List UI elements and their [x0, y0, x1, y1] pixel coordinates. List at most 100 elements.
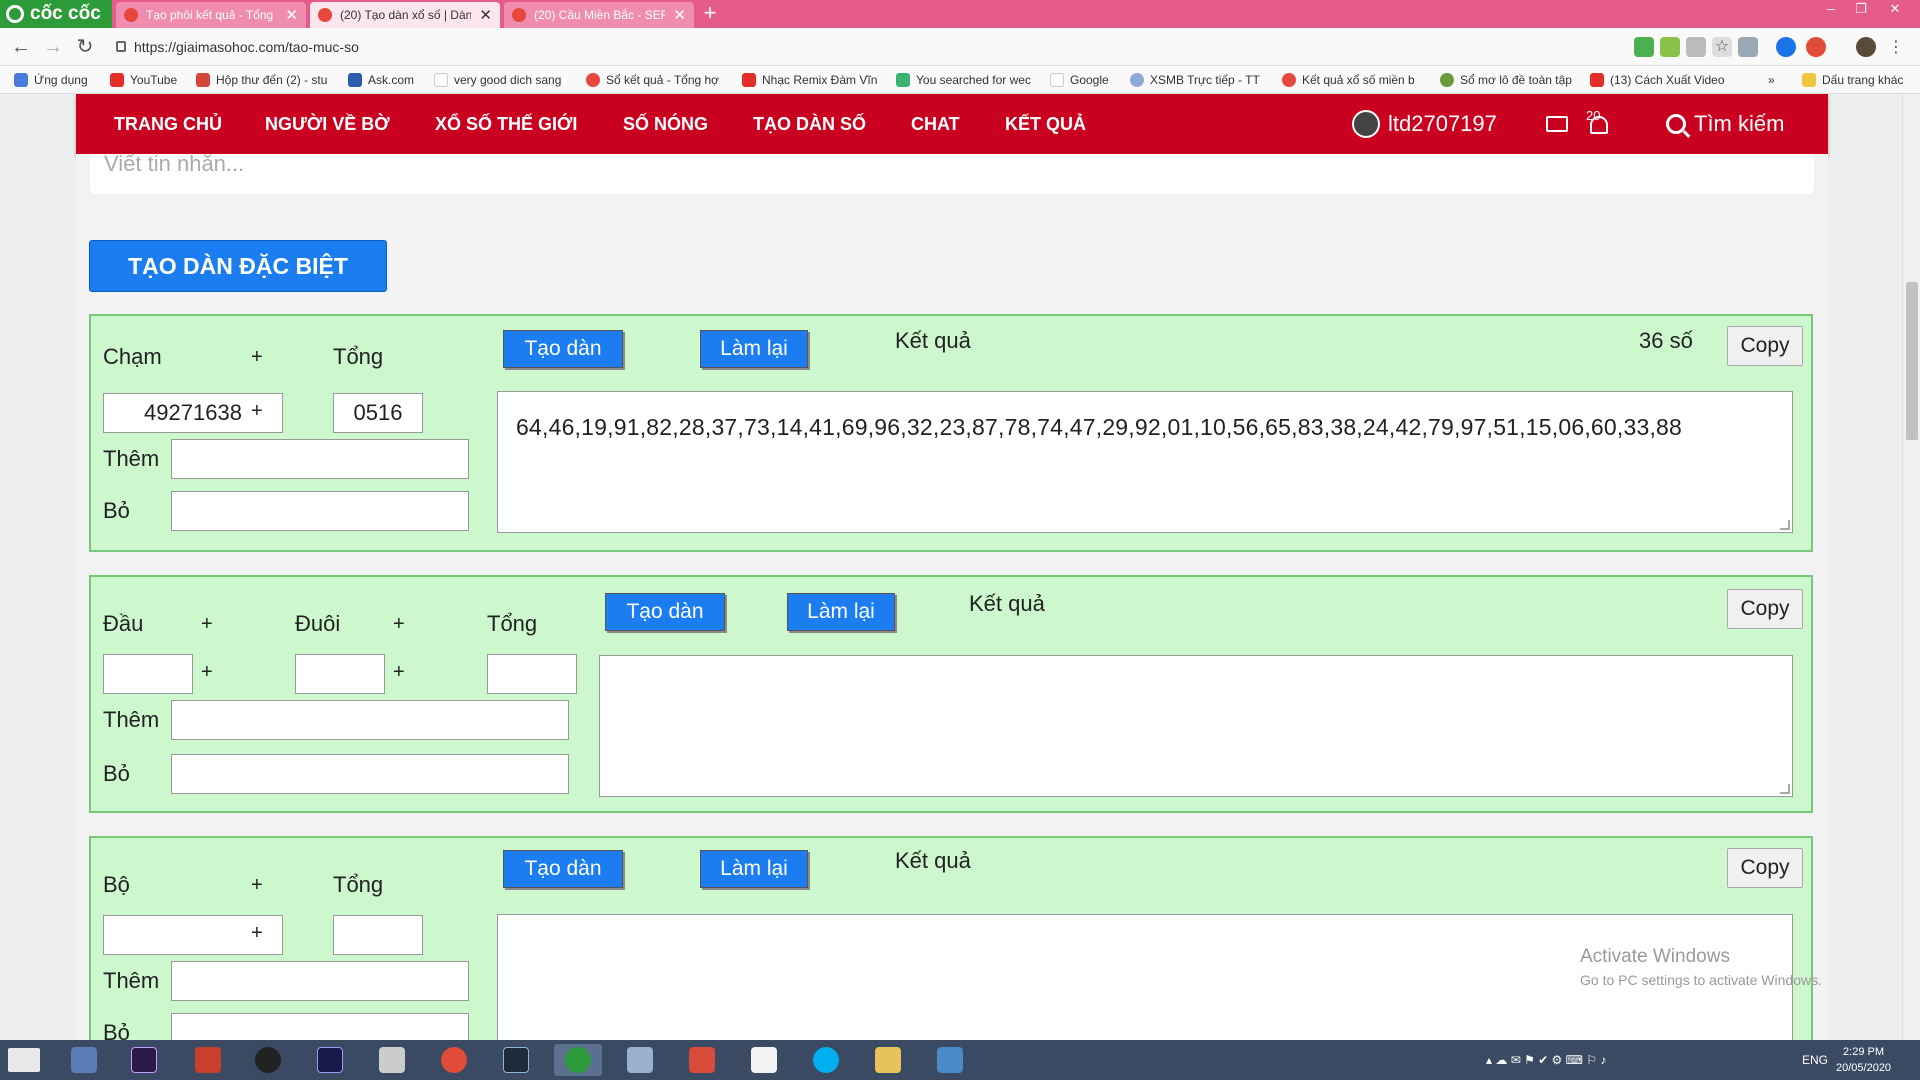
bookmark-xsmb[interactable]: XSMB Trực tiếp - TT [1130, 71, 1264, 89]
star-icon[interactable]: ☆ [1712, 37, 1732, 57]
close-tab-icon[interactable]: ✕ [479, 6, 492, 24]
nav-trang-chu[interactable]: TRANG CHỦ [114, 94, 222, 154]
tao-dan-button[interactable]: Tạo dàn [503, 850, 623, 888]
copy-button[interactable]: Copy [1727, 848, 1803, 888]
extension-blue-icon[interactable] [1776, 37, 1796, 57]
bookmark-apps[interactable]: Ứng dụng [14, 71, 104, 89]
close-tab-icon[interactable]: ✕ [673, 6, 686, 24]
tao-dan-button[interactable]: Tạo dàn [605, 593, 725, 631]
taskbar-coccoc[interactable] [554, 1044, 602, 1076]
close-window-button[interactable]: ✕ [1880, 0, 1910, 20]
restore-button[interactable]: ❐ [1846, 0, 1876, 20]
tab-2[interactable]: (20) Tạo dàn xổ số | Dàn ✕ [310, 2, 500, 28]
language-indicator[interactable]: ENG [1802, 1040, 1828, 1080]
taskbar-lightroom[interactable] [492, 1044, 540, 1076]
lam-lai-button[interactable]: Làm lại [700, 850, 808, 888]
notifications-button[interactable]: 20 [1584, 108, 1618, 142]
nav-ket-qua[interactable]: KẾT QUẢ [1005, 94, 1086, 154]
minimize-button[interactable]: – [1816, 0, 1846, 20]
taskbar-chrome[interactable] [430, 1044, 478, 1076]
taskbar-app-4[interactable] [244, 1044, 292, 1076]
taskbar-app-1[interactable] [60, 1044, 108, 1076]
tab-3[interactable]: (20) Cầu Miền Bắc - SERI ✕ [504, 2, 694, 28]
user-menu[interactable]: ltd2707197 [1352, 94, 1497, 154]
tong-input[interactable] [333, 915, 423, 955]
copy-button[interactable]: Copy [1727, 326, 1803, 366]
bookmark-other-folder[interactable]: Dấu trang khác [1802, 71, 1918, 89]
taskbar-after-effects[interactable] [306, 1044, 354, 1076]
bookmark-google[interactable]: Google [1050, 71, 1116, 89]
back-button[interactable]: ← [8, 34, 34, 60]
them-input[interactable] [171, 700, 569, 740]
profile-avatar[interactable] [1856, 37, 1876, 57]
lam-lai-button[interactable]: Làm lại [787, 593, 895, 631]
mail-icon[interactable] [1546, 116, 1568, 132]
scrollbar-thumb[interactable] [1906, 282, 1918, 440]
download-icon[interactable] [1738, 37, 1758, 57]
nav-xo-so-the-gioi[interactable]: XỔ SỐ THẾ GIỚI [435, 94, 577, 154]
taskbar-explorer[interactable] [864, 1044, 912, 1076]
menu-icon[interactable]: ⋮ [1886, 37, 1906, 57]
nav-nguoi-ve-bo[interactable]: NGƯỜI VỀ BỜ [265, 94, 390, 154]
bookmark-you-searched[interactable]: You searched for wec [896, 71, 1032, 89]
duoi-input[interactable] [295, 654, 385, 694]
tab-1[interactable]: Tạo phôi kết quả - Tổng ✕ [116, 2, 306, 28]
nav-so-nong[interactable]: SỐ NÓNG [623, 94, 708, 154]
copy-button[interactable]: Copy [1727, 589, 1803, 629]
bookmark-nhac-remix[interactable]: Nhạc Remix Đàm Vĩn [742, 71, 878, 89]
taskbar-notepad[interactable] [740, 1044, 788, 1076]
youtube-icon [742, 73, 756, 87]
tong-input[interactable]: 0516 [333, 393, 423, 433]
new-tab-button[interactable]: + [696, 2, 724, 26]
nav-chat[interactable]: CHAT [911, 94, 960, 154]
tray-icons[interactable]: ▴ ☁ ✉ ⚑ ✔ ⚙ ⌨ ⚐ ♪ [1486, 1040, 1606, 1080]
bookmark-ask[interactable]: Ask.com [348, 71, 424, 89]
extension-icon[interactable] [1660, 37, 1680, 57]
more-bookmarks-chevron-icon[interactable]: » [1768, 71, 1782, 89]
bookmark-google-translate[interactable]: very good dich sang [434, 71, 570, 89]
ket-qua-label: Kết quả [969, 591, 1045, 616]
dau-input[interactable] [103, 654, 193, 694]
url-field[interactable]: https://giaimasohoc.com/tao-muc-so [112, 35, 1612, 59]
bookmark-so-ket-qua[interactable]: Sổ kết quả - Tổng hợ [586, 71, 724, 89]
cart-icon[interactable] [1634, 37, 1654, 57]
reload-button[interactable]: ↻ [72, 34, 98, 60]
taskbar-skype[interactable] [802, 1044, 850, 1076]
tao-dan-button[interactable]: Tạo dàn [503, 330, 623, 368]
bo-input[interactable] [171, 754, 569, 794]
system-clock[interactable]: 2:29 PM 20/05/2020 [1836, 1044, 1891, 1076]
result-textarea[interactable] [599, 655, 1793, 797]
taskbar-premiere[interactable] [120, 1044, 168, 1076]
bookmark-gmail[interactable]: Hộp thư đến (2) - stu [196, 71, 336, 89]
ket-qua-label: Kết quả [895, 848, 971, 873]
bookmark-youtube[interactable]: YouTube [110, 71, 190, 89]
taskbar-app-15[interactable] [926, 1044, 974, 1076]
bo-input[interactable] [171, 491, 469, 531]
bo-label: Bỏ [103, 1020, 130, 1040]
tao-dan-dac-biet-button[interactable]: TẠO DÀN ĐẶC BIỆT [89, 240, 387, 292]
them-input[interactable] [171, 961, 469, 1001]
result-textarea[interactable]: 64,46,19,91,82,28,37,73,14,41,69,96,32,2… [497, 391, 1793, 533]
nav-tao-dan-so[interactable]: TẠO DÀN SỐ [753, 94, 866, 154]
message-input[interactable]: Viết tin nhắn... [90, 154, 1814, 194]
taskbar-paint[interactable] [616, 1044, 664, 1076]
bookmark-cach-xuat-video[interactable]: (13) Cách Xuất Video [1590, 71, 1726, 89]
search-button[interactable]: Tìm kiếm [1666, 94, 1784, 154]
taskbar-app-11[interactable] [678, 1044, 726, 1076]
tong-input[interactable] [487, 654, 577, 694]
close-tab-icon[interactable]: ✕ [285, 6, 298, 24]
bookmark-so-mo[interactable]: Sổ mơ lô đề toàn tập [1440, 71, 1574, 89]
lam-lai-button[interactable]: Làm lại [700, 330, 808, 368]
taskbar-app-6[interactable] [368, 1044, 416, 1076]
browser-brand[interactable]: cốc cốc [0, 0, 112, 28]
taskbar-app-3[interactable] [184, 1044, 232, 1076]
them-input[interactable] [171, 439, 469, 479]
folder-icon [1802, 73, 1816, 87]
extension-chrome-icon[interactable] [1806, 37, 1826, 57]
zoom-icon[interactable] [1686, 37, 1706, 57]
forward-button[interactable]: → [40, 34, 66, 60]
page-scrollbar[interactable] [1902, 94, 1920, 1040]
bo-input[interactable] [171, 1013, 469, 1040]
start-button[interactable] [8, 1048, 40, 1072]
bookmark-ket-qua-xo-so[interactable]: Kết quả xổ số miền b [1282, 71, 1422, 89]
